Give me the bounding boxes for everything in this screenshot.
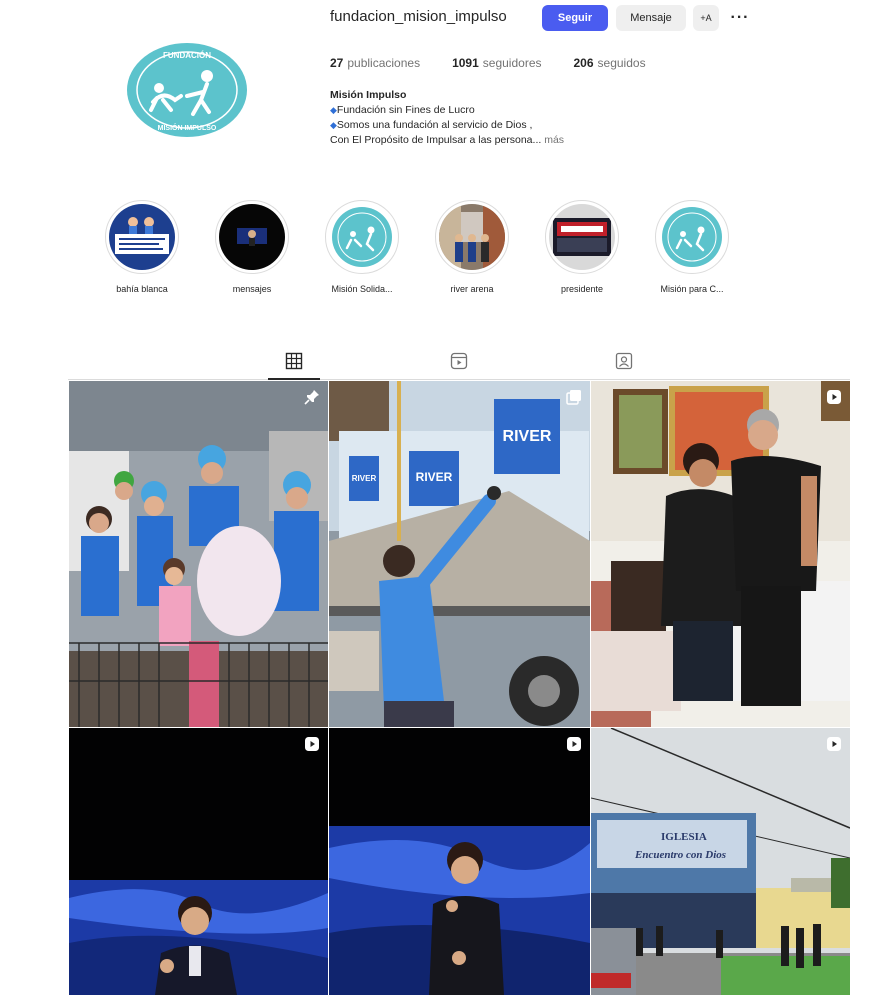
more-options-button[interactable]: ··· (727, 5, 753, 31)
post-image: RIVER RIVER RIVER (329, 381, 590, 727)
followers-count: 1091 (452, 56, 479, 70)
blue-diamond-icon: ◆ (330, 120, 337, 130)
profile-username: fundacion_mision_impulso (330, 8, 507, 25)
grid-icon (285, 352, 303, 370)
followers-stat[interactable]: 1091 seguidores (452, 56, 541, 70)
tabs-divider (68, 379, 850, 380)
tab-tagged[interactable] (614, 350, 634, 372)
highlight-cover (439, 204, 505, 270)
post-image (69, 728, 328, 995)
following-count: 206 (573, 56, 594, 70)
post-tile[interactable] (329, 728, 590, 995)
highlight-label: bahía blanca (116, 284, 168, 294)
foundation-logo-icon: FUNDACIÓN MISIÓN IMPULSO (125, 41, 249, 139)
bio-line-3: Con El Propósito de Impulsar a las perso… (330, 134, 542, 146)
carousel-icon (566, 390, 581, 405)
highlight-item[interactable]: river arena (432, 200, 512, 294)
highlight-label: Misión para C... (660, 284, 724, 294)
bio-line: ◆Fundación sin Fines de Lucro (330, 103, 650, 118)
highlight-label: river arena (450, 284, 494, 294)
church-sign-line1: IGLESIA (661, 831, 707, 843)
active-tab-indicator (268, 378, 320, 380)
highlight-item[interactable]: presidente (542, 200, 622, 294)
post-tile[interactable] (69, 381, 328, 727)
reel-icon (567, 737, 581, 751)
bio-line-1: Fundación sin Fines de Lucro (336, 104, 475, 116)
profile-stats: 27 publicaciones 1091 seguidores 206 seguid… (330, 56, 678, 70)
post-tile[interactable]: IGLESIA Encuentro con Dios (591, 728, 850, 995)
bio-line: Con El Propósito de Impulsar a las perso… (330, 133, 650, 148)
posts-label: publicaciones (347, 56, 421, 70)
reels-icon (450, 352, 468, 370)
bio-more-link[interactable]: más (544, 134, 564, 146)
post-image (591, 381, 850, 727)
tagged-icon (615, 352, 633, 370)
pin-icon (304, 390, 319, 405)
highlight-cover (549, 204, 615, 270)
bio-name: Misión Impulso (330, 89, 407, 101)
highlight-cover (219, 204, 285, 270)
bio-line-2: Somos una fundación al servicio de Dios … (336, 119, 533, 131)
story-highlights: bahía blanca mensajes Misión Solida... r… (100, 200, 780, 310)
following-stat[interactable]: 206 seguidos (574, 56, 646, 70)
highlight-cover (659, 204, 725, 270)
church-sign-line2: Encuentro con Dios (634, 849, 726, 861)
posts-stat: 27 publicaciones (330, 56, 420, 70)
followers-label: seguidores (482, 56, 542, 70)
post-tile[interactable]: RIVER RIVER RIVER (329, 381, 590, 727)
highlight-item[interactable]: Misión para C... (652, 200, 732, 294)
tab-posts[interactable] (284, 350, 304, 372)
bio-line: ◆Somos una fundación al servicio de Dios… (330, 118, 650, 133)
highlight-cover (109, 204, 175, 270)
reel-icon (827, 737, 841, 751)
reel-icon (827, 390, 841, 404)
reel-icon (305, 737, 319, 751)
following-label: seguidos (597, 56, 646, 70)
highlight-item[interactable]: bahía blanca (102, 200, 182, 294)
logo-text-bottom: MISIÓN IMPULSO (158, 123, 217, 132)
profile-avatar[interactable]: FUNDACIÓN MISIÓN IMPULSO (122, 40, 252, 140)
post-tile[interactable] (69, 728, 328, 995)
posts-count: 27 (330, 56, 344, 70)
tab-reels[interactable] (449, 350, 469, 372)
river-sign-small: RIVER (352, 474, 377, 483)
post-image (69, 381, 328, 727)
post-tile[interactable] (591, 381, 850, 727)
logo-text-top: FUNDACIÓN (163, 51, 211, 60)
highlight-label: mensajes (232, 284, 272, 294)
highlight-item[interactable]: Misión Solida... (322, 200, 402, 294)
profile-bio: Misión Impulso ◆Fundación sin Fines de L… (330, 88, 650, 148)
highlight-label: Misión Solida... (331, 284, 393, 294)
highlight-cover (329, 204, 395, 270)
add-user-button[interactable]: +A (693, 5, 719, 31)
river-sign-large: RIVER (503, 428, 552, 445)
post-image (329, 728, 590, 995)
river-sign-mid: RIVER (416, 470, 453, 484)
follow-button[interactable]: Seguir (542, 5, 608, 31)
highlight-label: presidente (560, 284, 604, 294)
highlight-item[interactable]: mensajes (212, 200, 292, 294)
blue-diamond-icon: ◆ (330, 105, 337, 115)
post-image: IGLESIA Encuentro con Dios (591, 728, 850, 995)
message-button[interactable]: Mensaje (616, 5, 686, 31)
